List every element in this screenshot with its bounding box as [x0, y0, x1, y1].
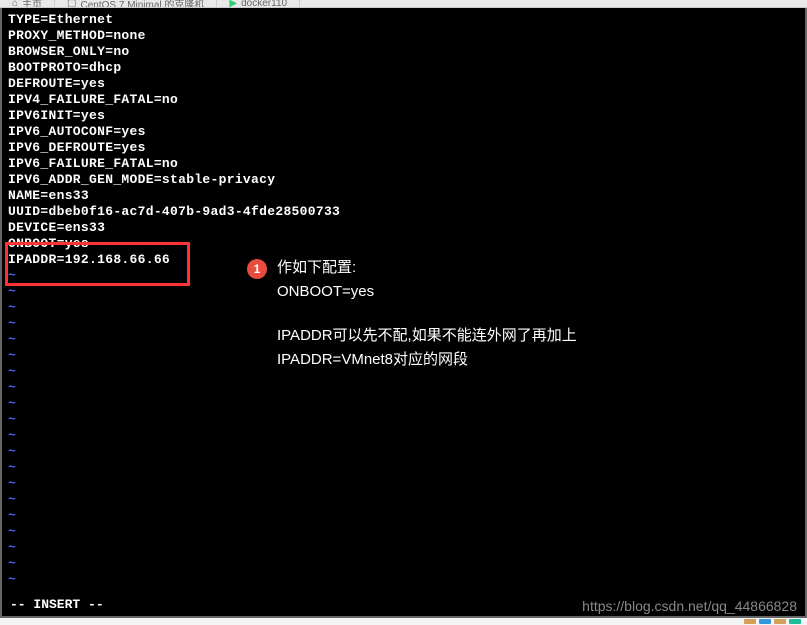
home-icon: ⌂	[12, 0, 18, 8]
config-line: BOOTPROTO=dhcp	[8, 60, 121, 75]
tab-home[interactable]: ⌂ 主页	[0, 0, 55, 7]
status-icon	[774, 619, 786, 624]
tilde-line: ~	[8, 284, 16, 299]
tilde-line: ~	[8, 540, 16, 555]
config-line: IPADDR=192.168.66.66	[8, 252, 170, 267]
terminal-container: TYPE=Ethernet PROXY_METHOD=none BROWSER_…	[0, 8, 807, 618]
badge-number: 1	[254, 262, 261, 276]
config-line: DEVICE=ens33	[8, 220, 105, 235]
tilde-line: ~	[8, 348, 16, 363]
tilde-line: ~	[8, 524, 16, 539]
tilde-line: ~	[8, 444, 16, 459]
config-line: IPV4_FAILURE_FATAL=no	[8, 92, 178, 107]
tilde-line: ~	[8, 428, 16, 443]
config-line: IPV6_FAILURE_FATAL=no	[8, 156, 178, 171]
terminal-output[interactable]: TYPE=Ethernet PROXY_METHOD=none BROWSER_…	[2, 8, 805, 592]
tilde-line: ~	[8, 492, 16, 507]
annotation-line: 作如下配置:	[277, 256, 374, 280]
tilde-line: ~	[8, 412, 16, 427]
config-line: PROXY_METHOD=none	[8, 28, 146, 43]
tilde-line: ~	[8, 572, 16, 587]
config-line: TYPE=Ethernet	[8, 12, 113, 27]
tilde-line: ~	[8, 332, 16, 347]
tab-centos[interactable]: ▢ CentOS 7 Minimal 的克隆机	[55, 0, 217, 7]
config-line: BROWSER_ONLY=no	[8, 44, 130, 59]
tab-label: 主页	[22, 0, 42, 8]
tab-bar: ⌂ 主页 ▢ CentOS 7 Minimal 的克隆机 ▶ docker110	[0, 0, 807, 8]
annotation-text-block2: IPADDR可以先不配,如果不能连外网了再加上 IPADDR=VMnet8对应的…	[277, 324, 577, 372]
status-icon	[744, 619, 756, 624]
tilde-line: ~	[8, 508, 16, 523]
tab-label: CentOS 7 Minimal 的克隆机	[81, 0, 205, 8]
config-line: NAME=ens33	[8, 188, 89, 203]
config-line: IPV6_DEFROUTE=yes	[8, 140, 146, 155]
tilde-line: ~	[8, 316, 16, 331]
tilde-line: ~	[8, 300, 16, 315]
config-line: UUID=dbeb0f16-ac7d-407b-9ad3-4fde2850073…	[8, 204, 340, 219]
config-line: DEFROUTE=yes	[8, 76, 105, 91]
tab-docker[interactable]: ▶ docker110	[217, 0, 300, 7]
annotation-text-block1: 作如下配置: ONBOOT=yes	[277, 256, 374, 304]
status-icon	[789, 619, 801, 624]
annotation-line: IPADDR=VMnet8对应的网段	[277, 348, 577, 372]
vm-icon: ▢	[67, 0, 76, 8]
tilde-line: ~	[8, 396, 16, 411]
tilde-line: ~	[8, 556, 16, 571]
tab-label: docker110	[241, 0, 287, 8]
annotation-line: IPADDR可以先不配,如果不能连外网了再加上	[277, 324, 577, 348]
play-icon: ▶	[229, 0, 237, 8]
status-icon	[759, 619, 771, 624]
vim-mode-indicator: -- INSERT --	[10, 597, 104, 612]
config-line: IPV6_ADDR_GEN_MODE=stable-privacy	[8, 172, 275, 187]
tilde-line: ~	[8, 460, 16, 475]
tilde-line: ~	[8, 476, 16, 491]
tilde-line: ~	[8, 268, 16, 283]
status-bar	[0, 618, 807, 625]
config-line: IPV6INIT=yes	[8, 108, 105, 123]
annotation-badge: 1	[247, 259, 267, 279]
tilde-line: ~	[8, 364, 16, 379]
watermark: https://blog.csdn.net/qq_44866828	[582, 598, 797, 614]
config-line: IPV6_AUTOCONF=yes	[8, 124, 146, 139]
config-line: ONBOOT=yes	[8, 236, 89, 251]
tilde-line: ~	[8, 380, 16, 395]
annotation-line: ONBOOT=yes	[277, 280, 374, 304]
